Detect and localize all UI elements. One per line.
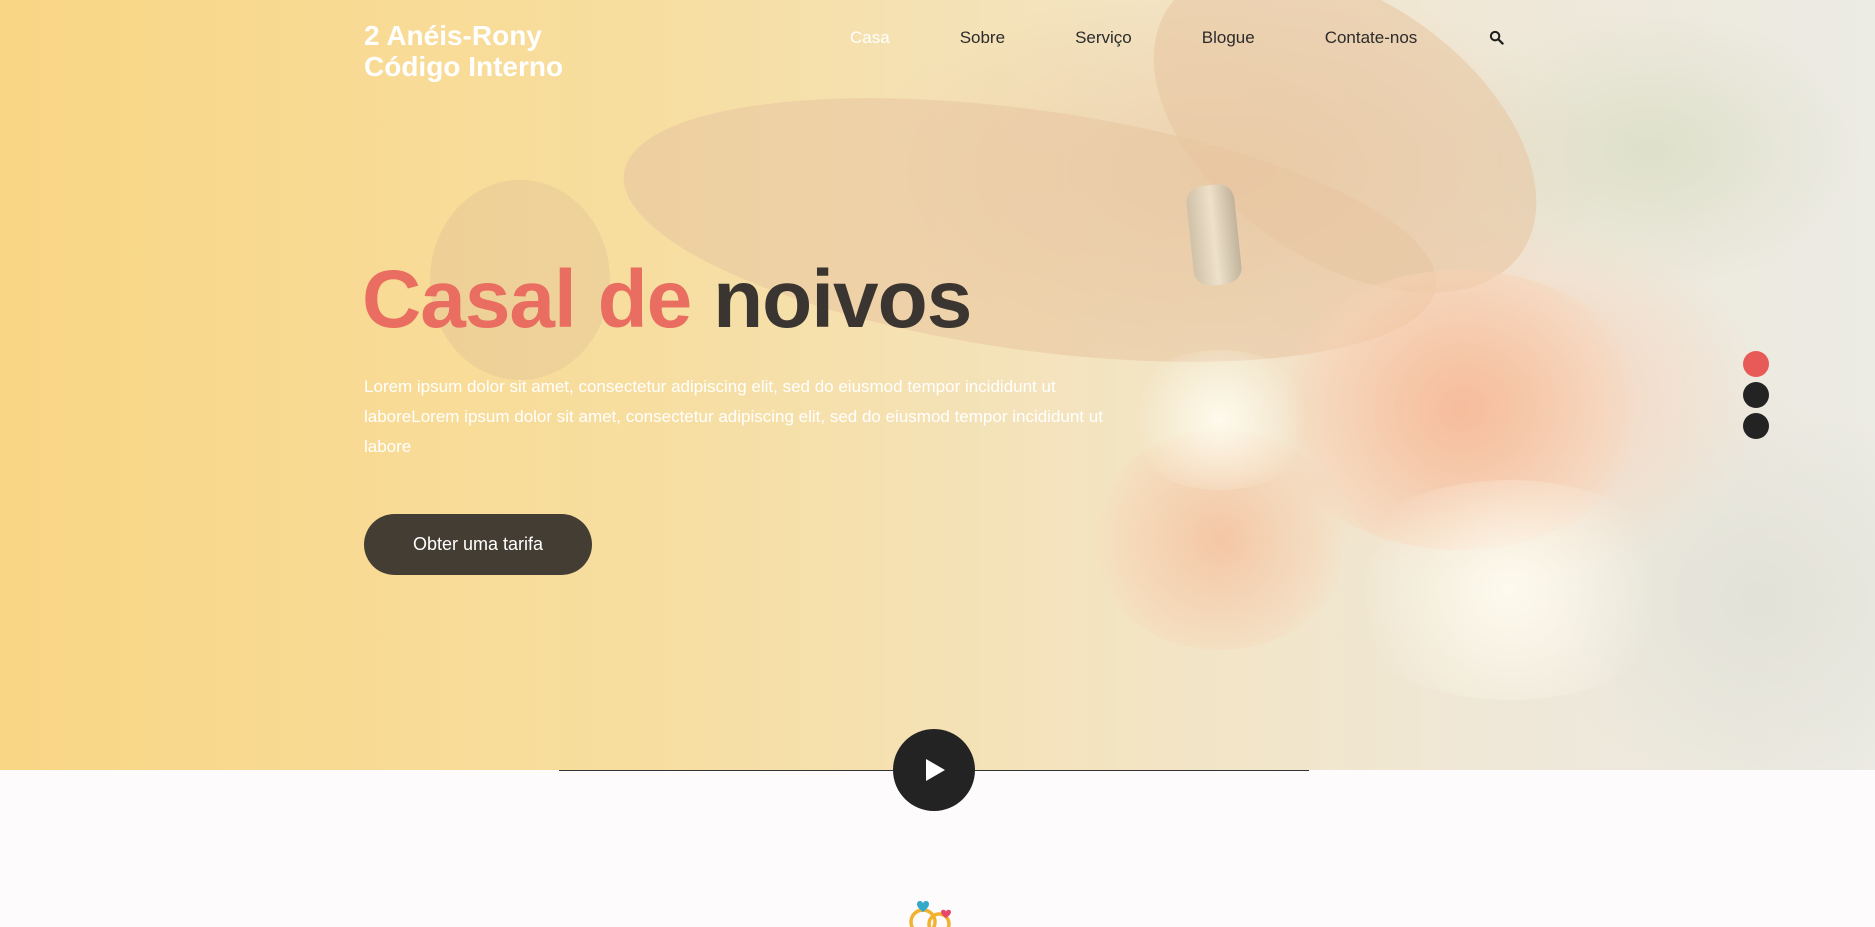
nav-item-blogue[interactable]: Blogue (1202, 28, 1255, 48)
nav-item-casa[interactable]: Casa (850, 28, 890, 48)
slider-dot-1[interactable] (1743, 351, 1769, 377)
logo-line-2: Código Interno (364, 51, 564, 82)
site-logo[interactable]: 2 Anéis-Rony Código Interno (364, 20, 624, 82)
nav-item-contate-nos[interactable]: Contate-nos (1325, 28, 1418, 48)
nav-item-servico[interactable]: Serviço (1075, 28, 1132, 48)
play-icon (926, 759, 945, 781)
slider-dot-3[interactable] (1743, 413, 1769, 439)
hero-photo-flowers-left (1120, 350, 1320, 490)
get-quote-button[interactable]: Obter uma tarifa (364, 514, 592, 575)
slider-dots (1743, 351, 1769, 444)
hero-description: Lorem ipsum dolor sit amet, consectetur … (364, 377, 1103, 456)
hero-photo-flowers (1330, 480, 1690, 700)
hero-title-dark: noivos (713, 254, 972, 345)
hero-title: Casal de noivos (362, 252, 972, 348)
hero-photo-ring (1184, 182, 1244, 288)
search-icon[interactable] (1489, 30, 1504, 45)
wedding-rings-icon (909, 901, 951, 927)
nav-item-sobre[interactable]: Sobre (960, 28, 1005, 48)
main-nav: Casa Sobre Serviço Blogue Contate-nos (850, 28, 1487, 48)
logo-line-1: 2 Anéis-Rony (364, 20, 542, 51)
slider-dot-2[interactable] (1743, 382, 1769, 408)
hero-title-accent: Casal de (362, 254, 692, 345)
hero-section: 2 Anéis-Rony Código Interno Casa Sobre S… (0, 0, 1875, 770)
play-video-button[interactable] (893, 729, 975, 811)
